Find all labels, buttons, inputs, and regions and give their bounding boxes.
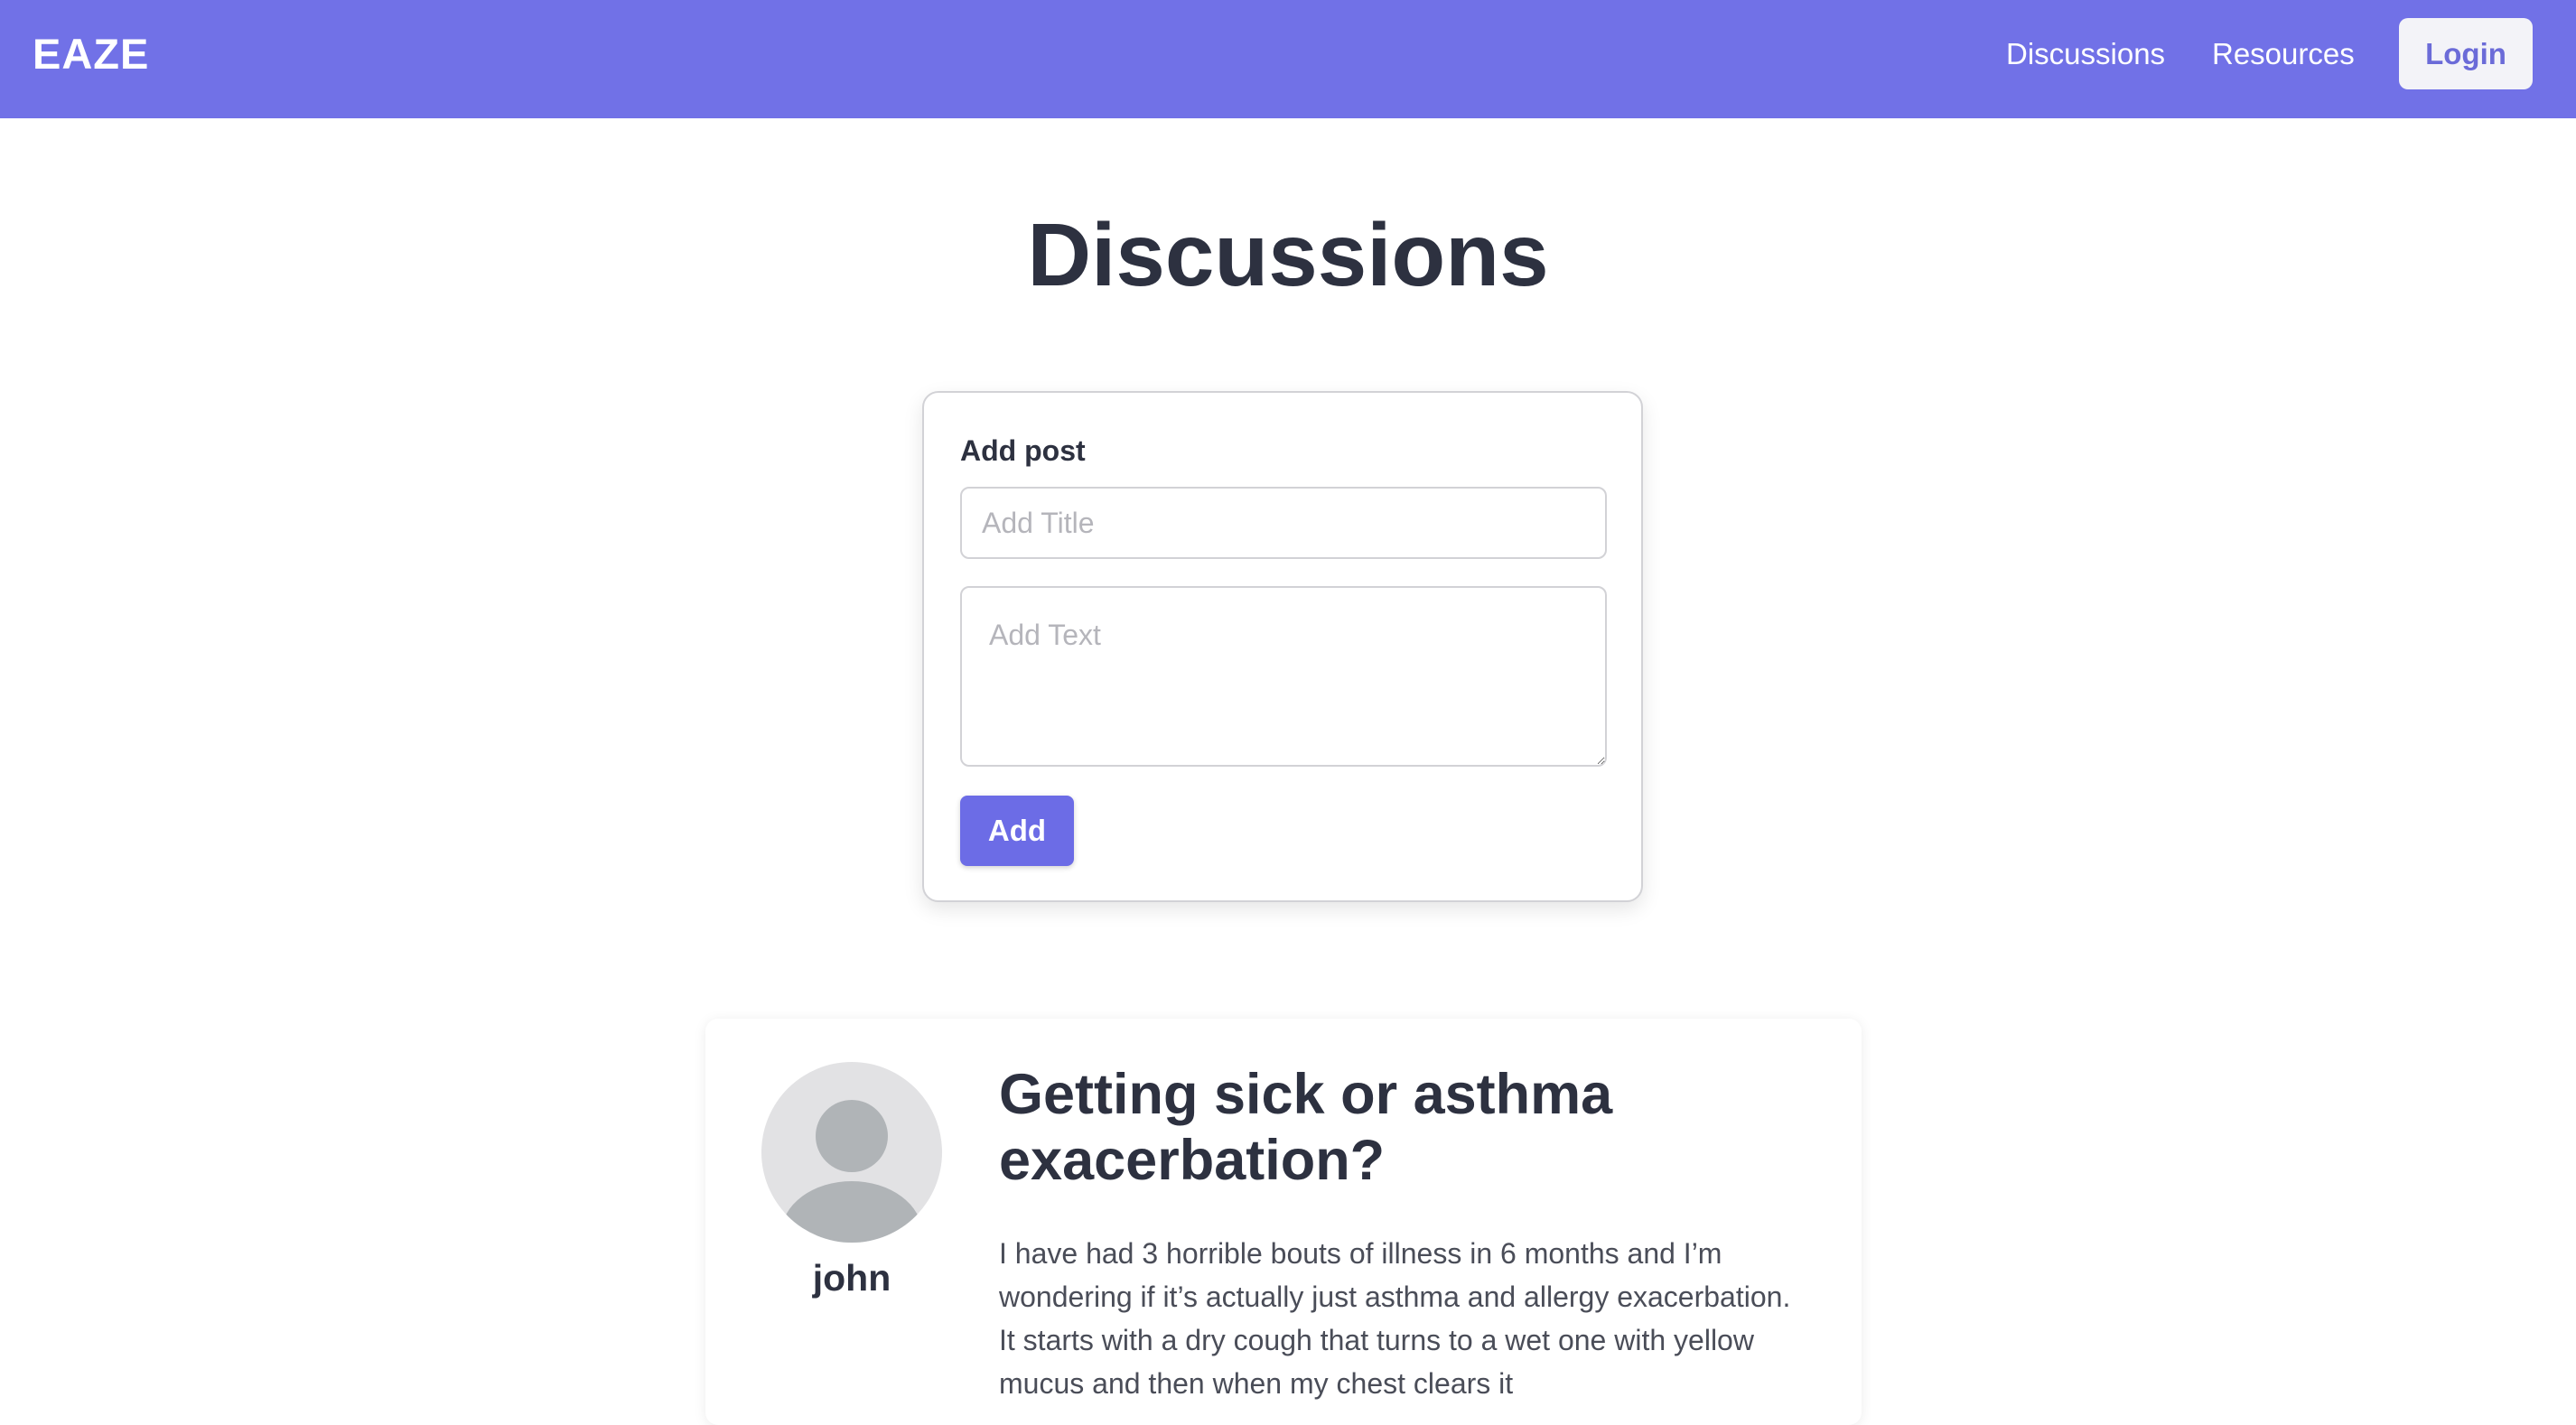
add-post-label: Add post	[960, 434, 1086, 467]
post-text-input[interactable]	[960, 586, 1607, 767]
post-author[interactable]: john	[761, 1255, 942, 1300]
nav-link-discussions[interactable]: Discussions	[2006, 31, 2165, 78]
post-title-input[interactable]	[960, 487, 1607, 559]
top-navbar: EAZE Discussions Resources Login	[0, 0, 2576, 118]
avatar-silhouette-icon	[781, 1100, 922, 1243]
post-card[interactable]: john Getting sick or asthma exacerbation…	[705, 1019, 1862, 1425]
post-body: I have had 3 horrible bouts of illness i…	[999, 1237, 1791, 1400]
brand-logo[interactable]: EAZE	[33, 27, 149, 81]
add-post-card: Add post Add	[922, 391, 1643, 902]
nav-link-resources[interactable]: Resources	[2212, 31, 2355, 78]
page-title: Discussions	[1027, 205, 1549, 304]
post-title[interactable]: Getting sick or asthma exacerbation?	[999, 1062, 1794, 1194]
add-post-button[interactable]: Add	[960, 796, 1074, 866]
user-avatar-icon	[761, 1062, 942, 1243]
login-button[interactable]: Login	[2399, 18, 2533, 89]
